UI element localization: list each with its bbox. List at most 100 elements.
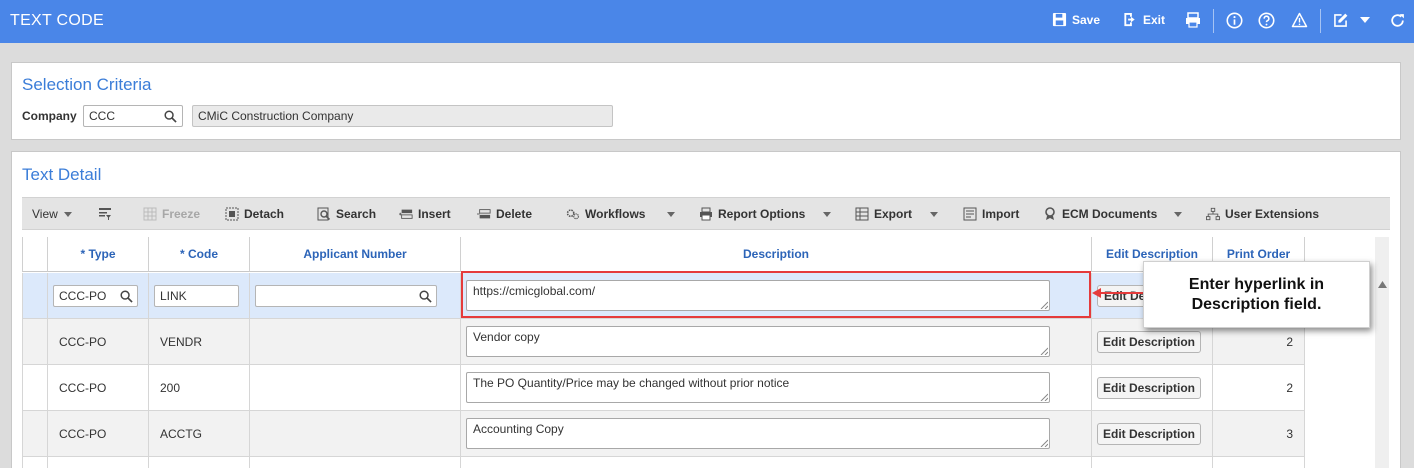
edit-description-cell: Edit Description xyxy=(1092,411,1213,457)
print-icon[interactable] xyxy=(1184,11,1202,29)
code-cell xyxy=(149,457,250,468)
search-icon[interactable] xyxy=(164,110,177,123)
save-button[interactable]: Save xyxy=(1052,12,1100,27)
freeze-icon xyxy=(143,207,157,221)
company-input[interactable]: CCC xyxy=(83,105,183,127)
chevron-down-icon[interactable] xyxy=(1174,212,1182,217)
search-icon[interactable] xyxy=(419,290,432,303)
vertical-scrollbar[interactable] xyxy=(1375,237,1389,468)
row-selector[interactable] xyxy=(22,457,48,468)
freeze-button[interactable]: Freeze xyxy=(143,207,200,221)
user-extensions-button[interactable]: User Extensions xyxy=(1206,207,1319,221)
description-textarea[interactable]: The PO Quantity/Price may be changed wit… xyxy=(466,372,1050,403)
column-header-applicant-number[interactable]: Applicant Number xyxy=(250,237,461,272)
code-input[interactable]: LINK xyxy=(154,285,239,307)
row-selector[interactable] xyxy=(22,273,48,319)
import-button[interactable]: Import xyxy=(963,207,1019,221)
search-label: Search xyxy=(336,207,377,221)
chevron-down-icon[interactable] xyxy=(667,212,675,217)
type-cell: CCC-PO xyxy=(48,273,149,319)
code-cell: VENDR xyxy=(149,319,250,365)
insert-label: Insert xyxy=(418,207,451,221)
company-label: Company xyxy=(22,109,77,123)
print-order-cell xyxy=(1213,457,1305,468)
company-name-field: CMiC Construction Company xyxy=(192,105,613,127)
applicant-number-cell xyxy=(250,365,461,411)
applicant-number-cell xyxy=(250,457,461,468)
column-header-code[interactable]: * Code xyxy=(149,237,250,272)
chevron-down-icon[interactable] xyxy=(1356,11,1374,29)
view-label: View xyxy=(32,207,58,221)
search-button[interactable]: Search xyxy=(317,207,376,221)
view-menu[interactable]: View xyxy=(32,207,58,221)
row-selector[interactable] xyxy=(22,365,48,411)
ecm-documents-icon xyxy=(1043,207,1057,221)
warning-icon[interactable] xyxy=(1290,11,1308,29)
chevron-down-icon[interactable] xyxy=(930,212,938,217)
row-selector-header xyxy=(22,237,48,272)
description-value: Accounting Copy xyxy=(473,422,564,436)
description-textarea[interactable]: Vendor copy xyxy=(466,326,1050,357)
insert-row-icon xyxy=(399,207,413,221)
report-options-button[interactable]: Report Options xyxy=(699,207,805,221)
workflows-button[interactable]: Workflows xyxy=(566,207,645,221)
description-textarea[interactable]: Accounting Copy xyxy=(466,418,1050,449)
code-cell: 200 xyxy=(149,365,250,411)
type-value: CCC-PO xyxy=(59,427,107,441)
save-label: Save xyxy=(1072,12,1101,27)
code-value: VENDR xyxy=(160,335,203,349)
edit-description-cell xyxy=(1092,457,1213,468)
code-cell: ACCTG xyxy=(149,411,250,457)
applicant-number-cell xyxy=(250,273,461,319)
filter-table-icon xyxy=(98,207,112,221)
row-selector[interactable] xyxy=(22,319,48,365)
applicant-number-input[interactable] xyxy=(255,285,437,307)
help-icon[interactable] xyxy=(1257,11,1275,29)
query-by-example-button[interactable] xyxy=(98,207,112,221)
edit-description-cell: Edit Description xyxy=(1092,365,1213,411)
type-input[interactable]: CCC-PO xyxy=(53,285,138,307)
resize-grip-icon[interactable] xyxy=(1040,393,1048,401)
resize-grip-icon[interactable] xyxy=(1040,347,1048,355)
description-value: Vendor copy xyxy=(473,330,540,344)
search-icon[interactable] xyxy=(120,290,133,303)
company-value: CCC xyxy=(89,109,115,123)
scroll-up-icon[interactable] xyxy=(1378,281,1387,288)
report-options-label: Report Options xyxy=(718,207,806,221)
ecm-documents-label: ECM Documents xyxy=(1062,207,1158,221)
ecm-documents-button[interactable]: ECM Documents xyxy=(1043,207,1157,221)
delete-button[interactable]: Delete xyxy=(477,207,532,221)
code-cell: LINK xyxy=(149,273,250,319)
column-header-description[interactable]: Description xyxy=(461,237,1092,272)
print-order-cell: 3 xyxy=(1213,411,1305,457)
print-order-value: 2 xyxy=(1286,381,1293,395)
edit-description-button[interactable]: Edit Description xyxy=(1097,423,1201,445)
info-icon[interactable] xyxy=(1225,11,1243,29)
print-order-cell: 2 xyxy=(1213,365,1305,411)
chevron-down-icon[interactable] xyxy=(64,212,72,217)
refresh-icon[interactable] xyxy=(1388,11,1406,29)
code-value: LINK xyxy=(160,289,187,303)
edit-description-button[interactable]: Edit Description xyxy=(1097,331,1201,353)
export-button[interactable]: Export xyxy=(855,207,912,221)
row-selector[interactable] xyxy=(22,411,48,457)
text-detail-title: Text Detail xyxy=(22,165,102,184)
column-header-type[interactable]: * Type xyxy=(48,237,149,272)
detach-button[interactable]: Detach xyxy=(225,207,284,221)
resize-grip-icon[interactable] xyxy=(1040,439,1048,447)
applicant-number-cell xyxy=(250,411,461,457)
type-cell: CCC-PO xyxy=(48,319,149,365)
detach-icon xyxy=(225,207,239,221)
insert-button[interactable]: Insert xyxy=(399,207,451,221)
description-value: The PO Quantity/Price may be changed wit… xyxy=(473,376,790,390)
exit-button[interactable]: Exit xyxy=(1122,12,1165,27)
type-value: CCC-PO xyxy=(59,289,107,303)
chevron-down-icon[interactable] xyxy=(823,212,831,217)
freeze-label: Freeze xyxy=(162,207,201,221)
edit-page-icon[interactable] xyxy=(1331,11,1349,29)
hyperlink-callout: Enter hyperlink in Description field. xyxy=(1143,261,1370,328)
code-value: ACCTG xyxy=(160,427,202,441)
type-value: CCC-PO xyxy=(59,381,107,395)
description-cell: The PO Quantity/Price may be changed wit… xyxy=(461,365,1092,411)
edit-description-button[interactable]: Edit Description xyxy=(1097,377,1201,399)
